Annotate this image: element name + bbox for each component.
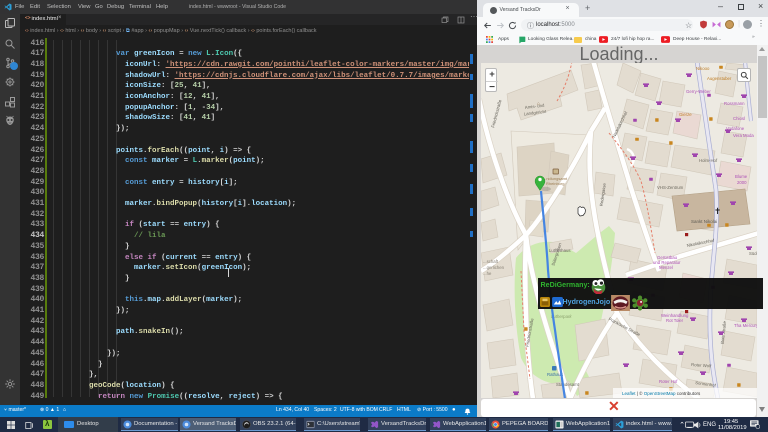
- svg-text:Rheinburg: Rheinburg: [546, 181, 564, 186]
- svg-text:Gerry-Weber: Gerry-Weber: [686, 89, 711, 94]
- svg-text:Menzel: Menzel: [659, 265, 673, 270]
- svg-text:Gierze: Gierze: [679, 112, 692, 117]
- svg-text:✝: ✝: [714, 206, 721, 216]
- svg-text:Augenstuber: Augenstuber: [707, 76, 732, 81]
- svg-text:2000: 2000: [737, 180, 747, 185]
- svg-text:Nikooo: Nikooo: [696, 66, 710, 71]
- svg-text:Standesamt: Standesamt: [556, 382, 580, 387]
- svg-text:...schaft: ...schaft: [483, 259, 499, 264]
- svg-text:Sankt Nikolai: Sankt Nikolai: [691, 219, 717, 224]
- svg-text:Tha Mercury: Tha Mercury: [734, 323, 757, 328]
- svg-text:Chiosl: Chiosl: [733, 116, 745, 121]
- svg-text:Vera Moda: Vera Moda: [733, 133, 754, 138]
- svg-text:Leaflet | © OpenStreetMap cont: Leaflet | © OpenStreetMap contributors: [622, 390, 701, 396]
- svg-text:...he: ...he: [483, 271, 492, 276]
- svg-text:Süde: Süde: [749, 251, 757, 256]
- svg-text:...gerlichen: ...gerlichen: [483, 265, 505, 270]
- svg-text:Rot Toler: Rot Toler: [666, 318, 684, 323]
- svg-text:Rossmann: Rossmann: [724, 101, 745, 106]
- svg-text:VHS-Zentrum: VHS-Zentrum: [657, 185, 684, 190]
- svg-text:⌂: ⌂: [537, 101, 540, 107]
- svg-text:Blume: Blume: [735, 174, 748, 179]
- svg-text:Roter Hof: Roter Hof: [659, 379, 678, 384]
- svg-text:Holm-Hof: Holm-Hof: [699, 158, 718, 163]
